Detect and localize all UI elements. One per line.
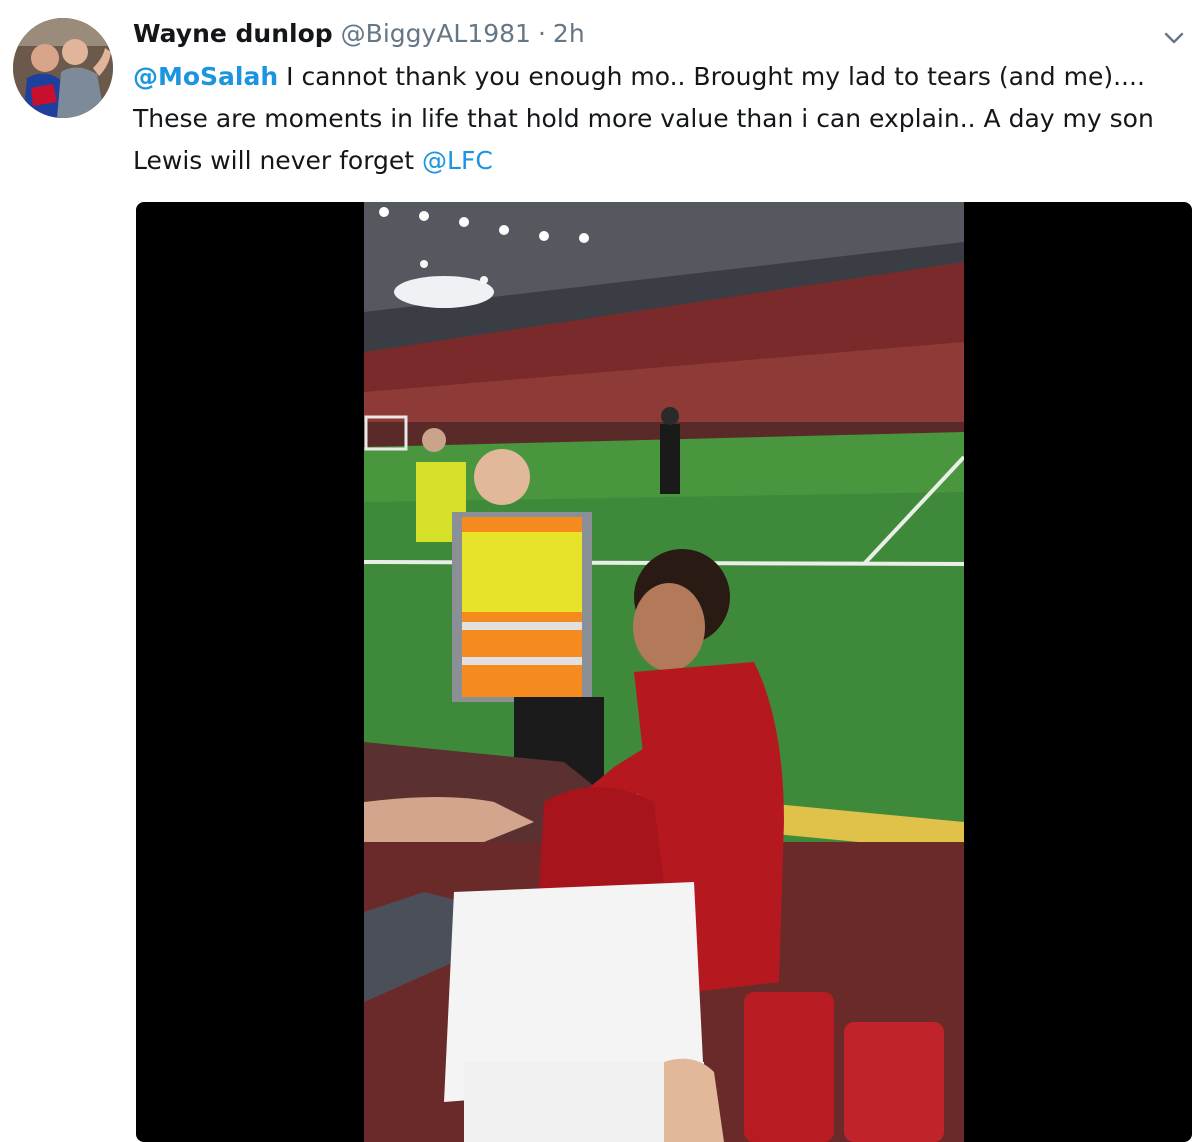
tweet-text: @MoSalah I cannot thank you enough mo.. … <box>133 56 1183 182</box>
tweet-menu-button[interactable] <box>1162 26 1186 50</box>
timestamp[interactable]: 2h <box>553 16 585 52</box>
chevron-down-icon <box>1164 32 1184 44</box>
tweet-line-3: Lewis will never forget @LFC <box>133 140 1183 182</box>
mention-link-mosalah[interactable]: @MoSalah <box>133 62 278 91</box>
video-frame <box>364 202 964 1142</box>
video-player[interactable] <box>136 202 1192 1142</box>
author-handle[interactable]: @BiggyAL1981 <box>341 16 531 52</box>
avatar[interactable] <box>13 18 113 118</box>
tweet-line-1: @MoSalah I cannot thank you enough mo.. … <box>133 56 1183 98</box>
tweet-line-2: These are moments in life that hold more… <box>133 104 1154 133</box>
author-name[interactable]: Wayne dunlop <box>133 16 333 52</box>
mention-link-lfc[interactable]: @LFC <box>422 146 493 175</box>
separator-dot: · <box>537 19 546 48</box>
tweet-header: Wayne dunlop @BiggyAL1981 · 2h <box>133 16 585 52</box>
tweet-text-part-3: Lewis will never forget <box>133 146 423 175</box>
tweet-text-part-1: I cannot thank you enough mo.. Brought m… <box>278 62 1145 91</box>
avatar-photo <box>13 18 113 118</box>
